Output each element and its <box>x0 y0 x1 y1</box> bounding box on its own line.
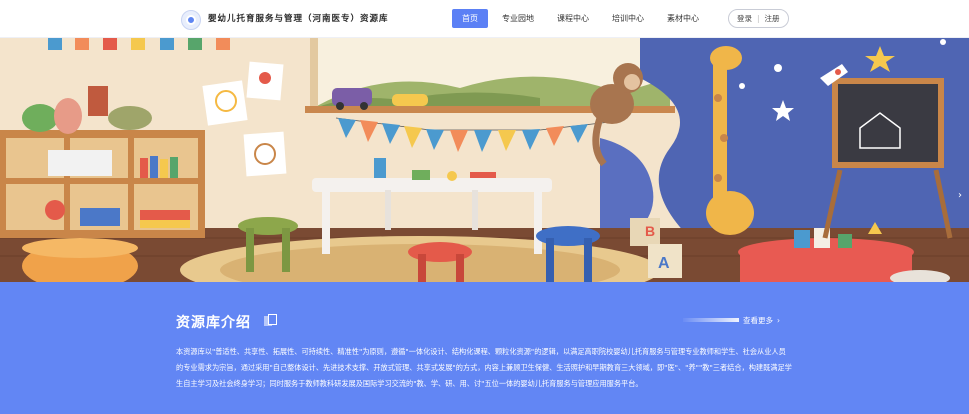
site-title: 婴幼儿托育服务与管理（河南医专）资源库 <box>208 14 389 24</box>
nav-item-courses[interactable]: 课程中心 <box>548 9 598 28</box>
document-icon <box>264 314 277 327</box>
nav-item-training[interactable]: 培训中心 <box>603 9 653 28</box>
view-more-link[interactable]: 查看更多 <box>743 315 773 326</box>
banner-next-arrow-icon[interactable]: › <box>958 190 966 202</box>
view-more-bar <box>683 318 739 322</box>
chevron-right-icon[interactable]: › <box>777 316 780 325</box>
site-logo[interactable] <box>181 10 201 30</box>
nav-item-materials[interactable]: 素材中心 <box>658 9 708 28</box>
resource-intro-section: 资源库介绍 查看更多 › 本资源库以"普适性、共享性、拓展性、可持续性、精准性"… <box>0 282 969 414</box>
block-letter-b: B <box>645 223 655 239</box>
top-header: 婴幼儿托育服务与管理（河南医专）资源库 首页 专业园地 课程中心 培训中心 素材… <box>0 0 969 38</box>
intro-body: 本资源库以"普适性、共享性、拓展性、可持续性、精准性"为原则，遵循"一体化设计、… <box>176 347 792 388</box>
nav-item-home[interactable]: 首页 <box>452 9 488 28</box>
view-more[interactable]: 查看更多 › <box>683 314 780 326</box>
auth-divider: | <box>757 14 760 23</box>
login-link[interactable]: 登录 <box>737 13 752 24</box>
register-link[interactable]: 注册 <box>765 13 780 24</box>
auth-box: 登录 | 注册 <box>728 9 789 28</box>
main-nav: 首页 专业园地 课程中心 培训中心 素材中心 <box>452 9 713 28</box>
block-letter-a: A <box>658 255 670 272</box>
intro-title: 资源库介绍 <box>176 315 251 331</box>
nav-item-professional[interactable]: 专业园地 <box>493 9 543 28</box>
hero-banner[interactable]: B A › <box>0 38 969 282</box>
banner-illustration: B A <box>0 38 969 282</box>
